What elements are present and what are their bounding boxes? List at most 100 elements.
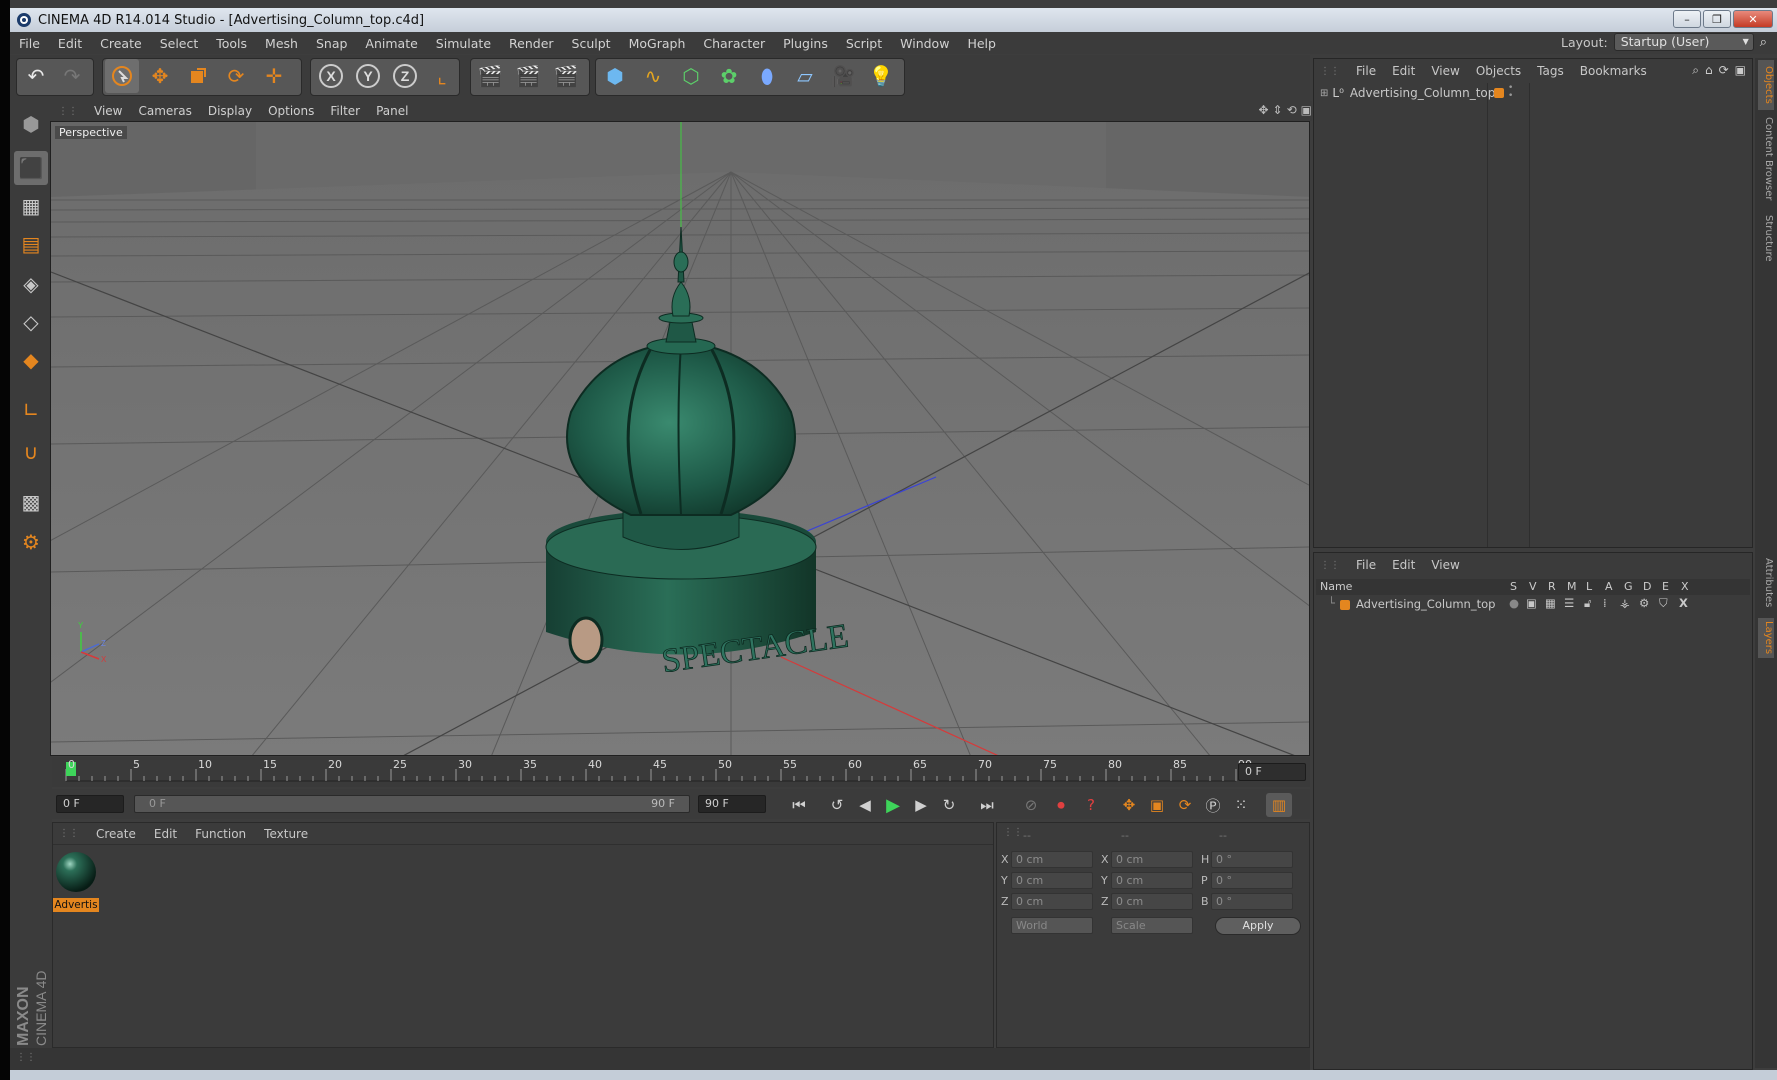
material-swatch[interactable]: Advertis: [53, 849, 99, 912]
lock-toggle-icon[interactable]: 🔓︎: [1584, 596, 1591, 611]
home-icon[interactable]: ⌂: [1705, 63, 1713, 78]
column-animation[interactable]: A: [1605, 580, 1613, 593]
tab-structure[interactable]: Structure: [1758, 208, 1774, 268]
column-generators[interactable]: G: [1624, 580, 1633, 593]
viewport-menu-filter[interactable]: Filter: [322, 104, 368, 118]
camera-icon[interactable]: 🎥: [826, 59, 860, 93]
timeline-ruler[interactable]: 051015202530354045505560657075808590 0 F: [52, 757, 1310, 787]
next-frame-icon[interactable]: ▶: [908, 793, 934, 817]
menu-select[interactable]: Select: [151, 36, 208, 51]
layers-menu-edit[interactable]: Edit: [1384, 558, 1423, 572]
edges-mode-icon[interactable]: ◇: [14, 305, 48, 339]
previous-keyframe-icon[interactable]: ↺: [824, 793, 850, 817]
rotate-view-icon[interactable]: ⟲: [1287, 103, 1297, 117]
column-render[interactable]: R: [1548, 580, 1556, 593]
objects-menu-edit[interactable]: Edit: [1384, 64, 1423, 78]
rotate-icon[interactable]: ⟳: [219, 59, 253, 93]
end-frame-field[interactable]: 90 F: [698, 795, 766, 813]
close-button[interactable]: ✕: [1733, 10, 1773, 28]
cube-primitive-icon[interactable]: ⬢: [598, 59, 632, 93]
magnet-icon[interactable]: ∪: [14, 435, 48, 469]
pos-y-field[interactable]: 0 cm: [1011, 872, 1093, 889]
object-name[interactable]: Advertising_Column_top: [1350, 86, 1496, 100]
pan-view-icon[interactable]: ✥: [1258, 103, 1268, 117]
coordinate-system-icon[interactable]: ⌞: [425, 59, 459, 93]
pos-x-field[interactable]: 0 cm: [1011, 851, 1093, 868]
panel-grip[interactable]: ⋮⋮: [1314, 560, 1348, 571]
model-mode-icon[interactable]: ⬛: [14, 151, 48, 185]
perspective-viewport[interactable]: SPECTACLE Y Z X Perspective: [50, 121, 1310, 756]
rot-p-field[interactable]: 0 °: [1211, 872, 1293, 889]
manager-toggle-icon[interactable]: ☰: [1564, 596, 1574, 610]
material-menu-create[interactable]: Create: [87, 827, 145, 841]
tab-content-browser[interactable]: Content Browser: [1758, 114, 1774, 204]
column-solo[interactable]: S: [1510, 580, 1517, 593]
material-menu-texture[interactable]: Texture: [255, 827, 317, 841]
menu-mograph[interactable]: MoGraph: [620, 36, 695, 51]
key-position-icon[interactable]: ✥: [1116, 793, 1142, 817]
record-disabled-icon[interactable]: ⊘: [1018, 793, 1044, 817]
current-frame-field[interactable]: 0 F: [1238, 763, 1306, 781]
menu-create[interactable]: Create: [91, 36, 151, 51]
previous-frame-icon[interactable]: ◀: [852, 793, 878, 817]
objects-menu-bookmarks[interactable]: Bookmarks: [1572, 64, 1655, 78]
panel-grip[interactable]: ⋮⋮: [52, 106, 86, 117]
workplane-icon[interactable]: ▤: [14, 227, 48, 261]
key-scale-icon[interactable]: ▣: [1144, 793, 1170, 817]
column-view[interactable]: V: [1529, 580, 1537, 593]
viewport-menu-panel[interactable]: Panel: [368, 104, 416, 118]
viewport-menu-options[interactable]: Options: [260, 104, 322, 118]
menu-file[interactable]: File: [10, 36, 49, 51]
workplane-lock-icon[interactable]: ▩: [14, 485, 48, 519]
column-locked[interactable]: L: [1586, 580, 1592, 593]
objects-menu-tags[interactable]: Tags: [1529, 64, 1572, 78]
search-icon[interactable]: ⌕: [1692, 63, 1699, 78]
tab-layers[interactable]: Layers: [1758, 618, 1774, 658]
texture-mode-icon[interactable]: ▦: [14, 189, 48, 223]
back-icon[interactable]: ⟳: [1719, 63, 1729, 78]
render-view-icon[interactable]: 🎬: [473, 59, 507, 93]
size-mode-select[interactable]: Scale: [1111, 917, 1193, 934]
coordinate-space-select[interactable]: World: [1011, 917, 1093, 934]
column-xref[interactable]: X: [1681, 580, 1689, 593]
move-icon[interactable]: ✥: [143, 59, 177, 93]
deformers-toggle-icon[interactable]: ⚙: [1639, 596, 1649, 610]
axis-mode-icon[interactable]: ∟: [14, 393, 48, 427]
rot-b-field[interactable]: 0 °: [1211, 893, 1293, 910]
panel-grip[interactable]: ⋮⋮: [53, 828, 87, 839]
keyframe-help-icon[interactable]: ?: [1078, 793, 1104, 817]
maximize-button[interactable]: ❐: [1703, 10, 1731, 28]
rot-h-field[interactable]: 0 °: [1211, 851, 1293, 868]
key-parameter-icon[interactable]: Ⓟ: [1200, 793, 1226, 817]
column-expressions[interactable]: E: [1662, 580, 1669, 593]
layers-menu-view[interactable]: View: [1423, 558, 1467, 572]
render-settings-icon[interactable]: 🎬: [549, 59, 583, 93]
objects-menu-objects[interactable]: Objects: [1468, 64, 1529, 78]
view-toggle-icon[interactable]: ▣: [1526, 596, 1537, 610]
menu-simulate[interactable]: Simulate: [427, 36, 500, 51]
apply-button[interactable]: Apply: [1215, 917, 1301, 935]
minimize-button[interactable]: –: [1673, 10, 1701, 28]
size-y-field[interactable]: 0 cm: [1111, 872, 1193, 889]
make-editable-icon[interactable]: ⬢: [14, 107, 48, 141]
add-object-icon[interactable]: ✛: [257, 59, 291, 93]
points-mode-icon[interactable]: ◈: [14, 267, 48, 301]
objects-menu-file[interactable]: File: [1348, 64, 1384, 78]
objects-menu-view[interactable]: View: [1423, 64, 1467, 78]
play-icon[interactable]: ▶: [880, 793, 906, 817]
pos-z-field[interactable]: 0 cm: [1011, 893, 1093, 910]
menu-character[interactable]: Character: [694, 36, 774, 51]
polygons-mode-icon[interactable]: ◆: [14, 343, 48, 377]
panel-grip[interactable]: ⋮⋮: [10, 1052, 44, 1063]
menu-help[interactable]: Help: [958, 36, 1005, 51]
menu-script[interactable]: Script: [837, 36, 891, 51]
size-z-field[interactable]: 0 cm: [1111, 893, 1193, 910]
column-deformers[interactable]: D: [1643, 580, 1651, 593]
size-x-field[interactable]: 0 cm: [1111, 851, 1193, 868]
cloner-icon[interactable]: ✿: [712, 59, 746, 93]
visibility-dots-icon[interactable]: • •: [1508, 84, 1513, 101]
tab-objects[interactable]: Objects: [1758, 60, 1774, 110]
redo-icon[interactable]: ↷: [55, 59, 89, 93]
light-icon[interactable]: 💡: [864, 59, 898, 93]
new-panel-icon[interactable]: ▣: [1735, 63, 1746, 78]
